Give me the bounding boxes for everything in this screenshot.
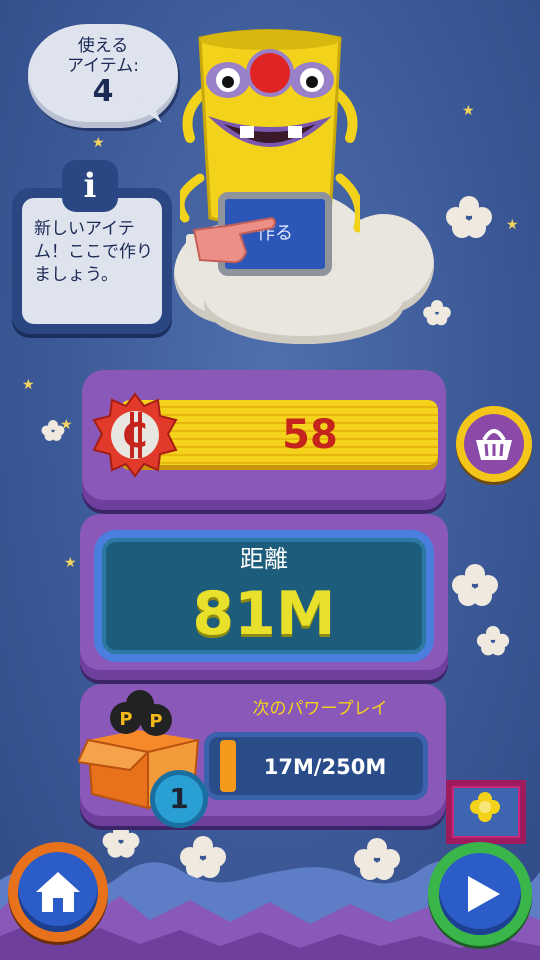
- star-decoration: ★: [64, 555, 77, 571]
- items-label-line2: アイテム:: [66, 56, 140, 76]
- svg-text:C: C: [123, 416, 148, 456]
- flower-decoration: [446, 196, 492, 238]
- star-decoration: ★: [92, 135, 105, 151]
- svg-text:P: P: [119, 709, 132, 730]
- items-label-line1: 使える: [77, 36, 129, 56]
- info-icon: i: [62, 160, 118, 212]
- play-button[interactable]: [428, 842, 532, 946]
- powerplay-progress-fill: [220, 740, 236, 792]
- distance-value: 81M: [192, 579, 336, 649]
- star-decoration: ★: [462, 103, 475, 119]
- tip-text: 新しいアイテム！ここで作りましょう。: [22, 198, 162, 324]
- flower-icon: [470, 792, 500, 822]
- flower-decoration: [476, 626, 510, 656]
- flower-decoration: [41, 420, 65, 441]
- pointing-hand-icon: [186, 216, 276, 264]
- home-icon: [36, 872, 80, 912]
- home-button[interactable]: [8, 842, 108, 942]
- basket-icon: [476, 429, 512, 460]
- svg-text:P: P: [149, 711, 162, 732]
- powerplay-box-count: 1: [150, 770, 208, 828]
- play-icon: [468, 876, 500, 912]
- star-decoration: ★: [22, 377, 35, 393]
- coin-icon: C: [92, 392, 178, 478]
- distance-label: 距離: [240, 545, 288, 573]
- coin-count: 58: [282, 412, 338, 458]
- flower-decoration: [452, 564, 498, 606]
- star-decoration: ★: [506, 217, 519, 233]
- powerplay-label: 次のパワープレイ: [252, 699, 388, 719]
- items-count: 4: [92, 74, 114, 109]
- powerplay-progress-text: 17M/250M: [263, 755, 387, 779]
- shop-button[interactable]: [456, 406, 532, 482]
